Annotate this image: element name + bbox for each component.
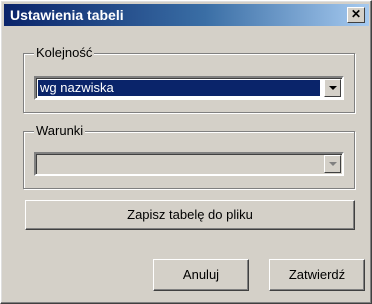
confirm-button[interactable]: Zatwierdź xyxy=(269,259,365,291)
title-bar[interactable]: Ustawienia tabeli ✕ xyxy=(4,4,369,26)
save-table-to-file-button[interactable]: Zapisz tabelę do pliku xyxy=(25,200,355,230)
cancel-label: Anuluj xyxy=(182,267,220,282)
settings-dialog: Ustawienia tabeli ✕ Kolejność wg nazwisk… xyxy=(0,0,372,304)
order-selected-value: wg nazwiska xyxy=(38,80,320,96)
close-button[interactable]: ✕ xyxy=(347,7,365,23)
close-icon: ✕ xyxy=(350,7,362,21)
chevron-down-icon[interactable] xyxy=(324,155,341,173)
conditions-combobox[interactable] xyxy=(34,152,344,176)
conditions-group-label: Warunki xyxy=(34,123,86,138)
save-table-to-file-label: Zapisz tabelę do pliku xyxy=(127,207,253,222)
order-group-label: Kolejność xyxy=(34,45,95,60)
order-combobox[interactable]: wg nazwiska xyxy=(34,76,344,100)
confirm-label: Zatwierdź xyxy=(288,267,346,282)
conditions-groupbox: Warunki xyxy=(23,123,355,189)
cancel-button[interactable]: Anuluj xyxy=(153,259,249,291)
chevron-down-icon[interactable] xyxy=(324,79,341,97)
dialog-title: Ustawienia tabeli xyxy=(10,7,124,23)
order-groupbox: Kolejność wg nazwiska xyxy=(23,45,355,113)
